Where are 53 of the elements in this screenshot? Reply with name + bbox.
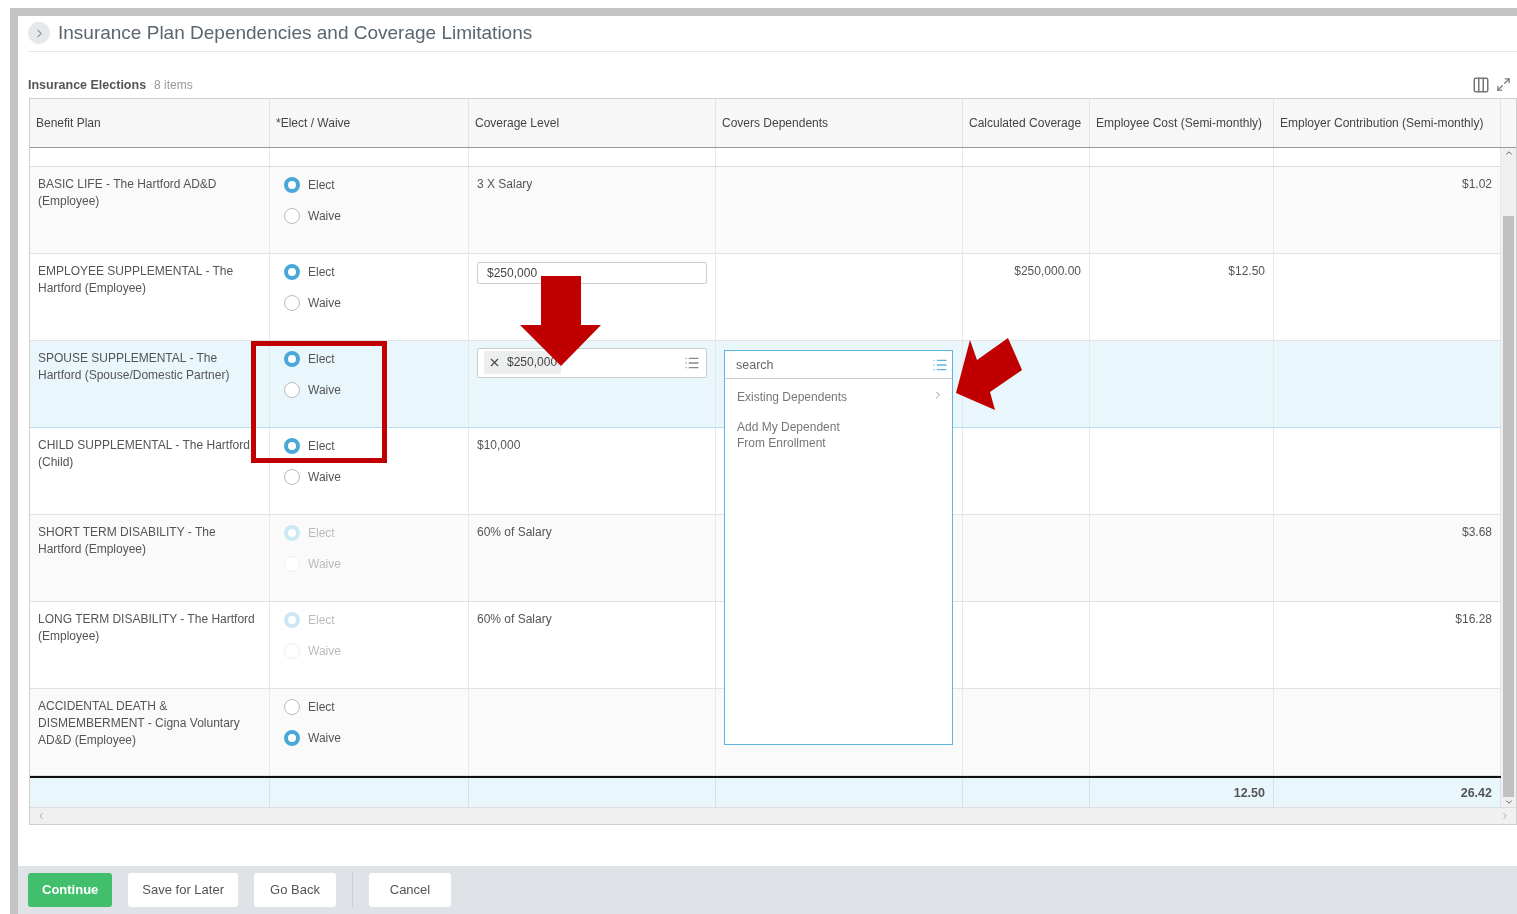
plan-name: EMPLOYEE SUPPLEMENTAL - The Hartford (Employee) [38,263,234,295]
column-header[interactable]: Employer Contribution (Semi-monthly) [1274,98,1501,147]
radio-option[interactable]: Elect [284,437,454,454]
plan-name: LONG TERM DISABILITY - The Hartford (Employee) [38,611,255,643]
action-button[interactable]: Save for Later [128,872,238,907]
column-header[interactable]: *Elect / Waive [270,98,469,147]
calculated-coverage: $250,000.00 [1014,263,1081,278]
coverage-level: $10,000 [477,437,521,452]
plan-name: BASIC LIFE - The Hartford AD&D (Employee) [38,176,217,208]
grid-title: Insurance Elections [28,77,147,92]
scroll-left-icon[interactable] [36,810,46,821]
employer-contribution: $16.28 [1455,611,1492,626]
coverage-level: 60% of Salary [477,611,552,626]
page-title: Insurance Plan Dependencies and Coverage Limitations [58,22,533,45]
radio-option[interactable]: Waive [284,381,454,398]
plan-name: SHORT TERM DISABILITY - The Hartford (Employee) [38,524,216,556]
column-header[interactable]: Covers Dependents [716,98,963,147]
menu-item[interactable]: Add My Dependent From Enrollment [725,409,952,455]
column-header[interactable]: Employee Cost (Semi-monthly) [1090,98,1274,147]
columns-icon[interactable] [1472,75,1490,94]
maximize-icon[interactable] [1496,77,1511,93]
coverage-field[interactable]: $250,000 [477,347,707,378]
table-row[interactable]: BASIC LIFE - The Hartford AD&D (Employee) Elect Waive 3 X Salary $1.02 [30,166,1501,254]
coverage-level: 3 X Salary [477,176,533,191]
expand-icon[interactable] [28,22,50,45]
item-count: 8 items [154,77,193,92]
coverage-field[interactable]: $250,000 [477,261,707,284]
plan-name: SPOUSE SUPPLEMENTAL - The Hartford (Spouse/Domestic Partner) [38,350,230,382]
radio-option[interactable]: Waive [284,294,454,311]
left-arrow [956,338,1022,410]
employee-cost: $12.50 [1228,263,1265,278]
coverage-level: 60% of Salary [477,524,552,539]
column-header[interactable]: Benefit Plan [30,98,270,147]
radio-option[interactable]: Elect [284,263,454,280]
search-field[interactable]: search [734,356,932,373]
plan-name: ACCIDENTAL DEATH & DISMEMBERMENT - Cigna Voluntary AD&D (Employee) [38,698,240,747]
radio-option[interactable]: Elect [284,176,454,193]
radio-option[interactable]: Waive [284,729,454,746]
plan-name: CHILD SUPPLEMENTAL - The Hartford (Child) [38,437,250,469]
vertical-scrollbar[interactable] [1501,147,1516,807]
radio-option[interactable]: Elect [284,698,454,715]
action-button[interactable]: Cancel [369,872,451,907]
column-header[interactable]: Calculated Coverage [963,98,1090,147]
table-row[interactable]: EMPLOYEE SUPPLEMENTAL - The Hartford (Employee) Elect Waive $250,000 $250,000.00 $12.50 [30,253,1501,341]
employer-contribution: $3.68 [1461,524,1492,539]
action-button[interactable]: Go Back [254,872,336,907]
menu-item[interactable]: Existing Dependents [725,379,952,409]
radio-option[interactable]: Waive [284,207,454,224]
employer-contribution: $1.02 [1461,176,1492,191]
column-header[interactable]: Coverage Level [469,98,716,147]
radio-option[interactable]: Waive [284,468,454,485]
radio-option[interactable]: Elect [284,350,454,367]
scroll-right-icon[interactable] [1500,810,1510,821]
